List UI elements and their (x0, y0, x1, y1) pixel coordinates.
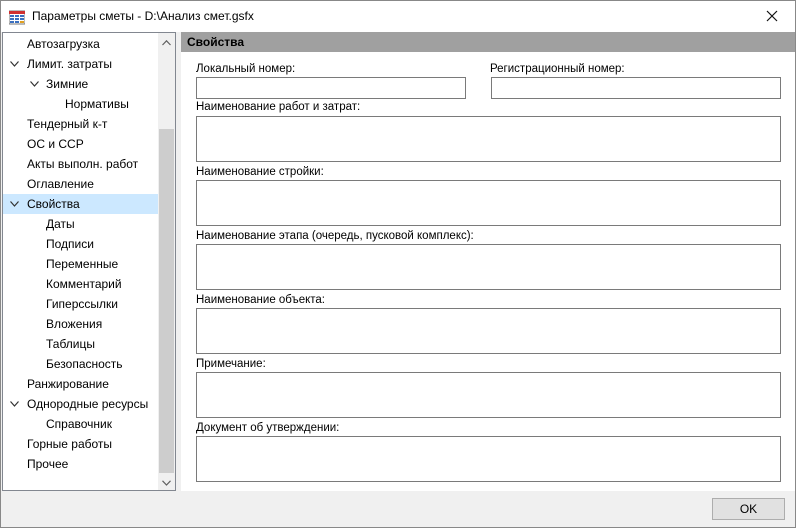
close-button[interactable] (749, 1, 795, 32)
local-number-label: Локальный номер: (196, 63, 296, 75)
stage-name-label: Наименование этапа (очередь, пусковой ко… (196, 230, 474, 242)
tree-item-tables[interactable]: Таблицы (3, 334, 159, 354)
tree-item-dates[interactable]: Даты (3, 214, 159, 234)
tree-item-label: Даты (46, 217, 75, 231)
tree-item-label: Справочник (46, 417, 112, 431)
tree-item-other[interactable]: Прочее (3, 454, 159, 474)
tree-item-autoload[interactable]: Автозагрузка (3, 34, 159, 54)
tree-item-hyperlinks[interactable]: Гиперссылки (3, 294, 159, 314)
tree-item-ranking[interactable]: Ранжирование (3, 374, 159, 394)
dialog-window: Параметры сметы - D:\Анализ смет.gsfx Ав… (0, 0, 796, 528)
chevron-down-icon[interactable] (8, 194, 20, 214)
local-number-input[interactable] (196, 77, 466, 99)
properties-panel: Свойства Локальный номер: Регистрационны… (181, 32, 795, 491)
tree-item-label: Таблицы (46, 337, 96, 351)
tree-scrollbar[interactable] (158, 33, 175, 490)
scroll-up-button[interactable] (158, 33, 175, 50)
tree-item-label: Вложения (46, 317, 103, 331)
tree-item-signatures[interactable]: Подписи (3, 234, 159, 254)
object-name-field[interactable] (196, 308, 781, 354)
registration-number-input[interactable] (491, 77, 781, 99)
tree-item-acts[interactable]: Акты выполн. работ (3, 154, 159, 174)
tree-item-label: Безопасность (46, 357, 123, 371)
tree-item-label: Нормативы (65, 97, 129, 111)
tree-item-os-ssr[interactable]: ОС и ССР (3, 134, 159, 154)
stage-name-field[interactable] (196, 244, 781, 290)
chevron-down-icon[interactable] (8, 394, 20, 414)
tree-item-label: Автозагрузка (27, 37, 100, 51)
chevron-down-icon (162, 475, 171, 489)
close-icon (766, 6, 778, 27)
chevron-down-icon[interactable] (28, 74, 40, 94)
tree-item-label: Переменные (46, 257, 119, 271)
registration-number-label: Регистрационный номер: (490, 63, 625, 75)
tree-item-reference[interactable]: Справочник (3, 414, 159, 434)
scroll-thumb[interactable] (159, 129, 174, 473)
tree-item-contents[interactable]: Оглавление (3, 174, 159, 194)
tree-item-comment[interactable]: Комментарий (3, 274, 159, 294)
approval-doc-field[interactable] (196, 436, 781, 482)
works-name-label: Наименование работ и затрат: (196, 101, 361, 113)
tree-item-label: Гиперссылки (46, 297, 118, 311)
title-bar: Параметры сметы - D:\Анализ смет.gsfx (1, 1, 795, 32)
object-name-label: Наименование объекта: (196, 294, 325, 306)
chevron-up-icon (162, 35, 171, 49)
settings-tree[interactable]: Автозагрузка Лимит. затраты Зимние Норма… (2, 32, 176, 491)
tree-item-label: Оглавление (27, 177, 94, 191)
note-label: Примечание: (196, 358, 266, 370)
tree-item-properties[interactable]: Свойства (3, 194, 159, 214)
tree-item-label: Ранжирование (27, 377, 109, 391)
tree-item-label: ОС и ССР (27, 137, 84, 151)
tree-item-attachments[interactable]: Вложения (3, 314, 159, 334)
tree-item-variables[interactable]: Переменные (3, 254, 159, 274)
tree-item-label: Прочее (27, 457, 69, 471)
app-table-icon (8, 9, 26, 25)
tree-item-label: Комментарий (46, 277, 122, 291)
tree-item-limit-costs[interactable]: Лимит. затраты (3, 54, 159, 74)
approval-doc-label: Документ об утверждении: (196, 422, 340, 434)
tree-item-label: Зимние (46, 77, 89, 91)
construction-name-label: Наименование стройки: (196, 166, 324, 178)
tree-item-security[interactable]: Безопасность (3, 354, 159, 374)
tree-item-label: Акты выполн. работ (27, 157, 139, 171)
scroll-down-button[interactable] (158, 473, 175, 490)
tree-item-label: Тендерный к-т (27, 117, 108, 131)
tree-item-norms[interactable]: Нормативы (3, 94, 159, 114)
tree-item-winter[interactable]: Зимние (3, 74, 159, 94)
chevron-down-icon[interactable] (8, 54, 20, 74)
tree-item-label: Подписи (46, 237, 94, 251)
construction-name-field[interactable] (196, 180, 781, 226)
tree-item-homogeneous-resources[interactable]: Однородные ресурсы (3, 394, 159, 414)
tree-item-label: Однородные ресурсы (27, 397, 149, 411)
section-header: Свойства (181, 32, 795, 52)
tree-item-mining[interactable]: Горные работы (3, 434, 159, 454)
tree-item-label: Лимит. затраты (27, 57, 112, 71)
tree-item-tender-coef[interactable]: Тендерный к-т (3, 114, 159, 134)
ok-button[interactable]: OK (712, 498, 785, 520)
tree-item-label: Свойства (27, 197, 80, 211)
works-name-field[interactable] (196, 116, 781, 162)
window-title: Параметры сметы - D:\Анализ смет.gsfx (32, 9, 254, 23)
note-field[interactable] (196, 372, 781, 418)
tree-item-label: Горные работы (27, 437, 113, 451)
dialog-footer: OK (1, 491, 795, 527)
